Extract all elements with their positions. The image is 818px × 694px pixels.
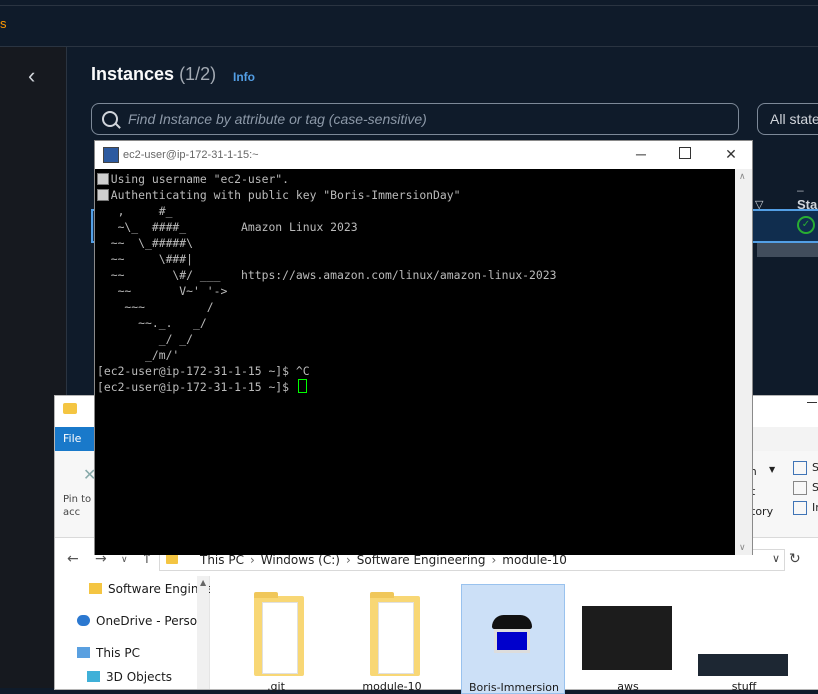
minimize-icon[interactable]	[807, 402, 817, 403]
file-name: module-10	[362, 680, 422, 693]
cube-icon	[87, 671, 100, 682]
terminal-line: ~~ V~' '->	[97, 284, 228, 298]
terminal-line: ~~~ /	[97, 300, 214, 314]
info-link[interactable]: Info	[233, 70, 255, 84]
state-filter-label: All state	[770, 111, 818, 127]
search-placeholder: Find Instance by attribute or tag (case-…	[128, 111, 427, 127]
putty-terminal-window: ec2-user@ip-172-31-1-15:~ ─ ✕ Using user…	[94, 140, 753, 555]
breadcrumb-module-10[interactable]: module-10	[502, 553, 567, 567]
breadcrumb-software-engineering[interactable]: Software Engineering	[357, 553, 486, 567]
folder-icon	[89, 583, 102, 594]
dropdown-caret-icon[interactable]: ▼	[769, 465, 775, 474]
terminal-line: _/ _/	[97, 332, 194, 346]
scroll-down-icon[interactable]: ∨	[739, 542, 746, 553]
terminal-line: ~~ \_#####\	[97, 236, 194, 250]
list-item-module-10[interactable]: module-10	[340, 584, 444, 694]
file-list: .git module-10 Boris-Immersion aws stuff	[210, 576, 818, 694]
terminal-line: ~~._. _/	[97, 316, 207, 330]
terminal-output[interactable]: Using username "ec2-user". Authenticatin…	[95, 169, 735, 555]
folder-icon	[254, 592, 304, 676]
ribbon-far-1[interactable]: S	[812, 461, 818, 474]
nav-item-label: OneDrive - Personal	[96, 614, 207, 628]
navigation-pane: Software Engineering OneDrive - Personal…	[55, 576, 219, 689]
nav-item-label: 3D Objects	[106, 670, 173, 684]
screenshot-thumbnail	[582, 606, 672, 670]
aws-top-navigation: s	[0, 0, 818, 47]
select-none-icon[interactable]	[793, 481, 807, 495]
minimize-icon[interactable]: ─	[627, 145, 655, 163]
file-name: stuff	[731, 680, 757, 693]
terminal-cursor	[297, 379, 307, 393]
scroll-up-icon[interactable]: ▲	[200, 578, 206, 587]
onedrive-icon	[77, 615, 90, 626]
terminal-line: Authenticating with public key "Boris-Im…	[97, 188, 461, 202]
terminal-scrollbar[interactable]: ∧ ∨	[735, 169, 752, 555]
nav-item-this-pc[interactable]: This PC	[77, 646, 207, 664]
recent-dropdown-icon[interactable]: ∨	[121, 555, 128, 565]
ribbon-far-3[interactable]: In	[812, 501, 818, 514]
instance-state-filter[interactable]: All state	[757, 103, 818, 135]
status-empty-dash: –	[797, 183, 804, 197]
terminal-line: ~~ \###|	[97, 252, 194, 266]
terminal-line: _/m/'	[97, 348, 180, 362]
address-dropdown-icon[interactable]: ∨	[772, 552, 780, 565]
putty-titlebar[interactable]: ec2-user@ip-172-31-1-15:~ ─ ✕	[95, 141, 752, 169]
terminal-line: [ec2-user@ip-172-31-1-15 ~]$ ^C	[97, 364, 310, 378]
breadcrumb: This PC › Windows (C:) › Software Engineerin…	[200, 553, 567, 567]
file-name: .git	[267, 680, 285, 693]
terminal-line: ~~ \#/ ___ https://aws.amazon.com/linux/…	[97, 268, 557, 282]
instances-count: (1/2)	[179, 64, 217, 84]
search-icon	[102, 111, 118, 127]
service-breadcrumb[interactable]: s	[0, 16, 7, 31]
terminal-text: Using username "ec2-user". Authenticatin…	[97, 171, 556, 395]
instance-search-input[interactable]: Find Instance by attribute or tag (case-…	[91, 103, 739, 135]
terminal-line: ~\_ ####_ Amazon Linux 2023	[97, 220, 358, 234]
breadcrumb-this-pc[interactable]: This PC	[200, 553, 244, 567]
terminal-line: Using username "ec2-user".	[97, 172, 290, 186]
nav-scrollbar[interactable]: ▲	[197, 576, 209, 689]
nav-item-onedrive[interactable]: OneDrive - Personal	[77, 614, 207, 632]
window-title: ec2-user@ip-172-31-1-15:~	[123, 149, 259, 161]
scroll-up-icon[interactable]: ∧	[739, 171, 746, 182]
collapse-sidebar-icon[interactable]: ‹	[28, 65, 35, 87]
status-ok-icon: ✓	[797, 216, 815, 234]
terminal-line: , #_	[97, 204, 173, 218]
folder-icon	[166, 554, 178, 564]
top-divider	[0, 5, 818, 6]
close-icon[interactable]: ✕	[717, 145, 745, 163]
invert-selection-icon[interactable]	[793, 501, 807, 515]
file-tab[interactable]: File	[55, 427, 97, 451]
list-item-aws[interactable]: aws	[576, 584, 680, 694]
back-arrow-icon[interactable]: ←	[67, 551, 79, 567]
breadcrumb-windows-c[interactable]: Windows (C:)	[261, 553, 340, 567]
refresh-icon[interactable]: ↻	[789, 551, 801, 567]
ribbon-item-3[interactable]: tory	[751, 505, 773, 518]
ribbon-far-2[interactable]: S	[812, 481, 818, 494]
list-item-boris-immersion[interactable]: Boris-Immersion	[461, 584, 565, 694]
page-title: Instances (1/2)	[91, 64, 216, 85]
instances-title: Instances	[91, 64, 175, 84]
computer-icon	[77, 647, 90, 658]
nav-item-label: This PC	[96, 646, 140, 660]
monitor-icon	[494, 629, 530, 653]
putty-icon	[492, 615, 532, 629]
folder-icon	[63, 403, 77, 414]
screenshot-thumbnail	[698, 654, 788, 676]
list-item-git[interactable]: .git	[224, 584, 328, 694]
putty-icon	[103, 147, 119, 163]
horizontal-scrollbar[interactable]	[757, 243, 818, 257]
folder-icon	[370, 592, 420, 676]
terminal-prompt: [ec2-user@ip-172-31-1-15 ~]$	[97, 380, 296, 394]
select-all-icon[interactable]	[793, 461, 807, 475]
maximize-icon[interactable]	[679, 147, 691, 159]
file-name: aws	[617, 680, 639, 693]
list-item-stuff[interactable]: stuff	[692, 584, 796, 694]
